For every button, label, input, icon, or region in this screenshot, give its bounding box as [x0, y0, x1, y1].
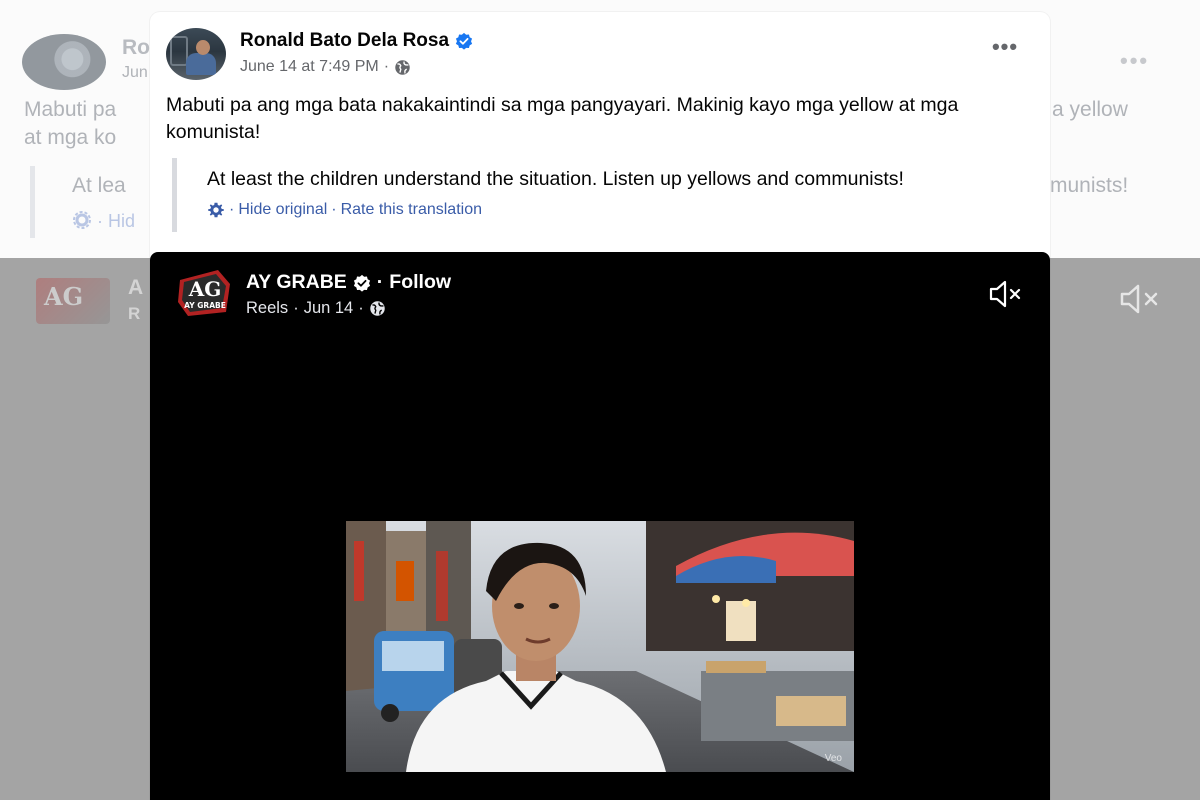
post-meta: June 14 at 7:49 PM ·: [240, 58, 411, 76]
background-translation-partial: At lea: [72, 174, 126, 197]
reel-meta: Reels · Jun 14 ·: [246, 299, 386, 318]
link-separator: ·: [331, 201, 337, 218]
video-watermark: Veo: [824, 753, 842, 764]
avatar-body: [186, 53, 216, 75]
reel-title-row: AY GRABE · Follow: [246, 271, 451, 294]
meta-separator: ·: [383, 58, 390, 75]
post-author-name[interactable]: Ronald Bato Dela Rosa: [240, 30, 449, 52]
link-separator: ·: [229, 201, 235, 218]
reel-meta-separator: ·: [293, 299, 299, 317]
author-avatar[interactable]: [166, 28, 226, 80]
background-muted-speaker-icon: [1120, 284, 1158, 314]
reel-type[interactable]: Reels: [246, 299, 288, 318]
follow-button[interactable]: Follow: [389, 271, 451, 294]
page-logo-sub-text: AY GRABE: [184, 301, 226, 310]
post-card: Ronald Bato Dela Rosa June 14 at 7:49 PM…: [150, 12, 1050, 800]
page-logo-main-text: AG: [188, 277, 222, 301]
avatar-head: [196, 40, 210, 55]
reel-meta-separator: ·: [358, 299, 364, 317]
post-date[interactable]: June 14 at 7:49 PM: [240, 58, 379, 76]
hide-original-link[interactable]: Hide original: [238, 201, 327, 219]
background-more-icon: •••: [1120, 48, 1150, 73]
background-author-partial: Ro: [122, 36, 150, 59]
background-translation-right: munists!: [1050, 174, 1129, 197]
reel-date[interactable]: Jun 14: [304, 299, 354, 318]
background-reel-meta-partial: R: [128, 304, 141, 323]
background-text-partial-1: Mabuti pa: [24, 98, 117, 121]
background-date-partial: Jun: [122, 64, 148, 81]
reel-video-frame[interactable]: Veo: [346, 521, 854, 772]
rate-translation-link[interactable]: Rate this translation: [341, 201, 482, 219]
more-options-button[interactable]: •••: [990, 36, 1020, 62]
translation-text: At least the children understand the sit…: [207, 168, 904, 190]
globe-icon: [370, 301, 385, 316]
video-thumbnail: [346, 521, 854, 772]
translation-links: · Hide original · Rate this translation: [207, 201, 1042, 219]
muted-speaker-icon[interactable]: [988, 278, 1024, 310]
gear-icon: [208, 202, 224, 218]
embedded-reel[interactable]: AG AY GRABE AY GRABE · Follow Reels · Ju…: [150, 252, 1050, 800]
background-text-partial-2: at mga ko: [24, 126, 117, 149]
globe-icon: [395, 59, 410, 75]
background-page-logo: AG: [36, 278, 110, 324]
background-link-partial: · Hid: [72, 210, 135, 232]
background-translation-bar: [30, 166, 35, 238]
reel-page-name[interactable]: AY GRABE: [246, 271, 347, 294]
verified-badge-icon: [455, 32, 473, 50]
background-reel-title-partial: A: [128, 276, 144, 299]
follow-separator: ·: [376, 271, 384, 293]
page-logo[interactable]: AG AY GRABE: [178, 270, 232, 316]
more-options-icon: •••: [991, 34, 1019, 59]
verified-badge-icon: [353, 274, 370, 292]
translation-block: At least the children understand the sit…: [172, 158, 1042, 232]
post-body-text: Mabuti pa ang mga bata nakakaintindi sa …: [166, 94, 959, 143]
background-hide-partial: · Hid: [97, 211, 136, 231]
background-text-right-1: a yellow: [1052, 98, 1128, 121]
background-gear-icon: [73, 211, 91, 229]
post-author-row: Ronald Bato Dela Rosa: [240, 30, 473, 52]
background-logo-text: AG: [44, 282, 84, 311]
background-avatar: [22, 34, 106, 90]
